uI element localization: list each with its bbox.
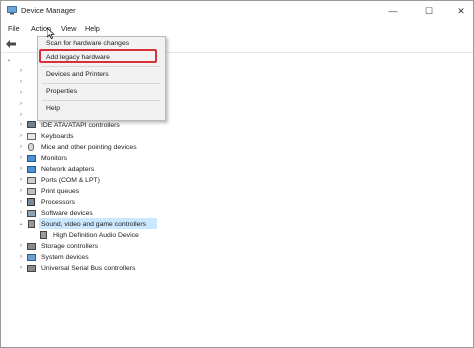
tree-item-label: Print queues — [41, 188, 80, 195]
tree-item-label: System devices — [41, 254, 89, 261]
tree-item-hd-audio[interactable]: High Definition Audio Device — [29, 230, 329, 241]
network-adapter-icon — [27, 166, 36, 173]
menu-view[interactable]: View — [61, 24, 76, 33]
tree-item-label: Ports (COM & LPT) — [41, 177, 100, 184]
tree-item-network[interactable]: › Network adapters — [17, 164, 317, 175]
tree-item-label: Keyboards — [41, 133, 74, 140]
ide-controller-icon — [27, 121, 36, 128]
tree-item-label: Processors — [41, 199, 75, 206]
tree-item-usb[interactable]: › Universal Serial Bus controllers — [17, 263, 317, 274]
chevron-right-icon[interactable]: › — [17, 186, 25, 197]
printer-icon — [27, 188, 36, 195]
speaker-icon — [40, 231, 47, 239]
menu-separator — [42, 83, 160, 84]
chevron-down-icon[interactable]: ⌄ — [17, 219, 25, 230]
chevron-right-icon[interactable]: › — [17, 77, 25, 88]
usb-icon — [27, 265, 36, 272]
chevron-right-icon[interactable]: › — [17, 263, 25, 274]
chevron-right-icon[interactable]: › — [17, 252, 25, 263]
chevron-right-icon[interactable]: › — [17, 197, 25, 208]
tree-item-label: Monitors — [41, 155, 68, 162]
chevron-down-icon[interactable]: ⌄ — [5, 55, 13, 66]
device-manager-app-icon — [7, 6, 17, 15]
menu-item-devices-printers[interactable]: Devices and Printers — [46, 71, 109, 78]
tree-item-label: Storage controllers — [41, 243, 99, 250]
menu-separator — [42, 100, 160, 101]
menu-help[interactable]: Help — [85, 24, 100, 33]
mouse-cursor-icon — [47, 28, 55, 39]
tree-item-hidden-2[interactable]: › — [17, 77, 27, 88]
mouse-icon — [28, 143, 34, 151]
tree-item-print-queues[interactable]: › Print queues — [17, 186, 317, 197]
tree-item-monitors[interactable]: › Monitors — [17, 153, 317, 164]
window-title: Device Manager — [21, 6, 76, 15]
title-bar: Device Manager — ☐ ✕ — [1, 1, 473, 21]
device-manager-window: Device Manager — ☐ ✕ File Action View He… — [0, 0, 474, 348]
tree-item-label: Mice and other pointing devices — [41, 144, 137, 151]
chevron-right-icon[interactable]: › — [17, 175, 25, 186]
tree-item-mice[interactable]: › Mice and other pointing devices — [17, 142, 317, 153]
menu-separator — [42, 66, 160, 67]
tree-item-label: IDE ATA/ATAPI controllers — [41, 122, 120, 129]
sound-icon — [28, 220, 35, 228]
tree-item-label: Network adapters — [41, 166, 95, 173]
tree-item-system[interactable]: › System devices — [17, 252, 317, 263]
monitor-icon — [27, 155, 36, 162]
chevron-right-icon[interactable]: › — [17, 142, 25, 153]
menu-file[interactable]: File — [8, 24, 20, 33]
chevron-right-icon[interactable]: › — [17, 88, 25, 99]
chevron-right-icon[interactable]: › — [17, 208, 25, 219]
minimize-button[interactable]: — — [379, 2, 407, 20]
chevron-right-icon[interactable]: › — [17, 120, 25, 131]
menu-item-help[interactable]: Help — [46, 105, 60, 112]
tree-item-processors[interactable]: › Processors — [17, 197, 317, 208]
tree-item-label: Sound, video and game controllers — [41, 221, 147, 228]
keyboard-icon — [27, 133, 36, 140]
system-device-icon — [27, 254, 36, 261]
chevron-right-icon[interactable]: › — [17, 99, 25, 110]
chevron-right-icon[interactable]: › — [17, 153, 25, 164]
processor-icon — [27, 198, 35, 206]
close-button[interactable]: ✕ — [447, 2, 474, 20]
port-icon — [27, 177, 36, 184]
tree-item-hidden-1[interactable]: › — [17, 66, 27, 77]
menu-item-properties[interactable]: Properties — [46, 88, 77, 95]
chevron-right-icon[interactable]: › — [17, 241, 25, 252]
software-device-icon — [27, 210, 36, 217]
chevron-right-icon[interactable]: › — [17, 164, 25, 175]
tree-item-hidden-3[interactable]: › — [17, 88, 27, 99]
annotation-highlight-box — [39, 49, 157, 63]
tree-item-label: High Definition Audio Device — [53, 232, 139, 239]
tree-item-keyboards[interactable]: › Keyboards — [17, 131, 317, 142]
maximize-button[interactable]: ☐ — [415, 2, 443, 20]
tree-item-hidden-4[interactable]: › — [17, 99, 27, 110]
tree-item-ports[interactable]: › Ports (COM & LPT) — [17, 175, 317, 186]
chevron-right-icon[interactable]: › — [17, 131, 25, 142]
storage-icon — [27, 243, 36, 250]
tree-item-storage[interactable]: › Storage controllers — [17, 241, 317, 252]
menu-bar: File Action View Help — [1, 21, 473, 36]
menu-item-scan[interactable]: Scan for hardware changes — [46, 40, 129, 47]
chevron-right-icon[interactable]: › — [17, 66, 25, 77]
tree-item-sound[interactable]: ⌄ Sound, video and game controllers — [17, 219, 317, 230]
tree-item-ide[interactable]: › IDE ATA/ATAPI controllers — [17, 120, 317, 131]
back-arrow-icon[interactable] — [6, 40, 16, 48]
tree-item-label: Universal Serial Bus controllers — [41, 265, 136, 272]
